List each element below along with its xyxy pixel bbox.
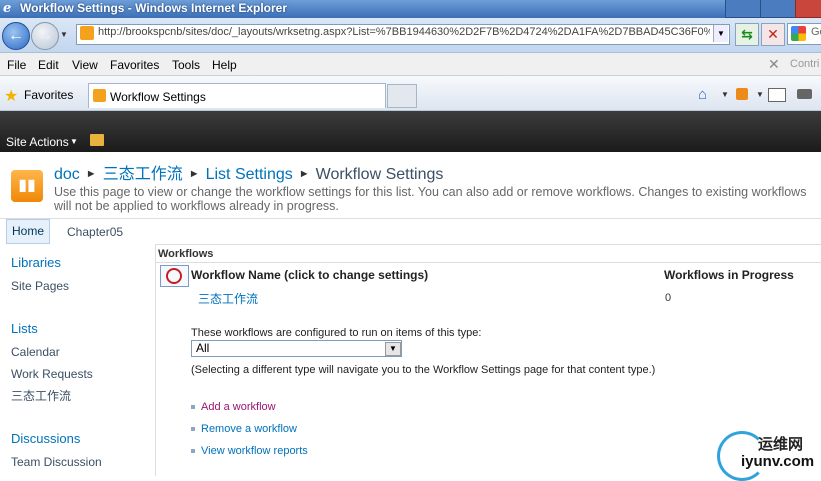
print-icon[interactable]: [797, 89, 812, 99]
menu-view[interactable]: View: [72, 58, 98, 72]
menu-favorites[interactable]: Favorites: [110, 58, 159, 72]
chevron-right-icon: ►: [298, 168, 310, 180]
content-type-select[interactable]: [191, 340, 402, 357]
site-logo[interactable]: ▮▮: [11, 170, 43, 202]
rss-icon[interactable]: [736, 88, 748, 100]
mail-icon[interactable]: [768, 88, 786, 102]
close-icon[interactable]: ✕: [768, 56, 780, 73]
checkmark-icon: [166, 268, 182, 284]
ql-item-work-requests[interactable]: Work Requests: [11, 367, 93, 381]
close-window-button[interactable]: [795, 0, 821, 18]
content-type-note: (Selecting a different type will navigat…: [191, 364, 656, 376]
page-description: Use this page to view or change the work…: [54, 185, 807, 213]
menu-tools[interactable]: Tools: [172, 58, 200, 72]
address-dropdown-icon[interactable]: ▼: [713, 25, 728, 42]
workflow-in-progress-count: 0: [665, 292, 672, 304]
nav-chapter05[interactable]: Chapter05: [67, 225, 123, 239]
workflow-name-link[interactable]: 三态工作流: [198, 290, 258, 307]
page-icon: [80, 26, 94, 40]
column-header-name: Workflow Name (click to change settings): [191, 268, 429, 282]
forward-button[interactable]: →: [31, 22, 59, 50]
content-type-label: These workflows are configured to run on…: [191, 327, 482, 339]
breadcrumb: doc ► 三态工作流 ► List Settings ► Workflow Setting…: [54, 160, 443, 184]
breadcrumb-doc[interactable]: doc: [54, 166, 80, 183]
column-header-progress: Workflows in Progress: [664, 268, 794, 282]
ql-item-three-state[interactable]: 三态工作流: [11, 387, 71, 404]
address-input[interactable]: http://brookspcnb/sites/doc/_layouts/wrk…: [98, 26, 710, 38]
top-navigation: [0, 218, 821, 245]
chevron-down-icon[interactable]: ▼: [70, 137, 78, 146]
chevron-down-icon[interactable]: ▼: [60, 30, 70, 40]
refresh-button[interactable]: ⇆: [735, 23, 759, 46]
bullet-icon: [191, 449, 195, 453]
divider: [156, 262, 821, 263]
ql-item-calendar[interactable]: Calendar: [11, 345, 60, 359]
contribute-label[interactable]: Contri: [790, 58, 819, 70]
sharepoint-ribbon: [0, 111, 821, 152]
home-icon[interactable]: ⌂: [698, 86, 707, 103]
view-workflow-reports-link[interactable]: View workflow reports: [201, 445, 308, 457]
ie-logo-icon: e: [3, 1, 12, 16]
minimize-button[interactable]: [725, 0, 761, 18]
ql-item-site-pages[interactable]: Site Pages: [11, 279, 69, 293]
watermark-text: 运维网: [758, 436, 804, 453]
google-icon: [791, 26, 806, 41]
star-icon: ★: [4, 88, 19, 105]
tab-label: Workflow Settings: [110, 90, 206, 104]
add-workflow-link[interactable]: Add a workflow: [201, 401, 276, 413]
ql-heading-libraries[interactable]: Libraries: [11, 255, 61, 270]
nav-home[interactable]: Home: [6, 219, 51, 244]
bullet-icon: [191, 405, 195, 409]
ql-heading-lists[interactable]: Lists: [11, 321, 38, 336]
remove-workflow-link[interactable]: Remove a workflow: [201, 423, 297, 435]
stop-button[interactable]: ✕: [761, 23, 785, 46]
chevron-right-icon: ►: [85, 168, 97, 180]
back-button[interactable]: ←: [2, 22, 30, 50]
breadcrumb-list-settings[interactable]: List Settings: [206, 166, 293, 183]
new-tab-button[interactable]: [387, 84, 417, 108]
chevron-down-icon[interactable]: ▼: [385, 342, 401, 356]
ql-item-team-discussion[interactable]: Team Discussion: [11, 455, 102, 469]
section-title: Workflows: [158, 248, 214, 260]
menu-file[interactable]: File: [7, 58, 26, 72]
content-type-value: All: [196, 341, 210, 355]
chevron-right-icon: ►: [188, 168, 200, 180]
favorites-button[interactable]: Favorites: [24, 88, 73, 102]
navigate-up-icon[interactable]: [90, 134, 104, 146]
window-title: Workflow Settings - Windows Internet Exp…: [20, 1, 288, 15]
maximize-button[interactable]: [760, 0, 796, 18]
search-provider-label: Go: [811, 26, 821, 38]
breadcrumb-list[interactable]: 三态工作流: [103, 166, 183, 183]
page-icon: [93, 89, 106, 102]
site-actions-menu[interactable]: Site Actions: [6, 135, 69, 149]
menu-help[interactable]: Help: [212, 58, 237, 72]
menu-edit[interactable]: Edit: [38, 58, 59, 72]
chevron-down-icon[interactable]: ▼: [721, 90, 729, 99]
ql-heading-discussions[interactable]: Discussions: [11, 431, 80, 446]
bullet-icon: [191, 427, 195, 431]
chevron-down-icon[interactable]: ▼: [756, 90, 764, 99]
watermark-url: iyunv.com: [741, 453, 815, 470]
page-title: Workflow Settings: [315, 166, 444, 183]
